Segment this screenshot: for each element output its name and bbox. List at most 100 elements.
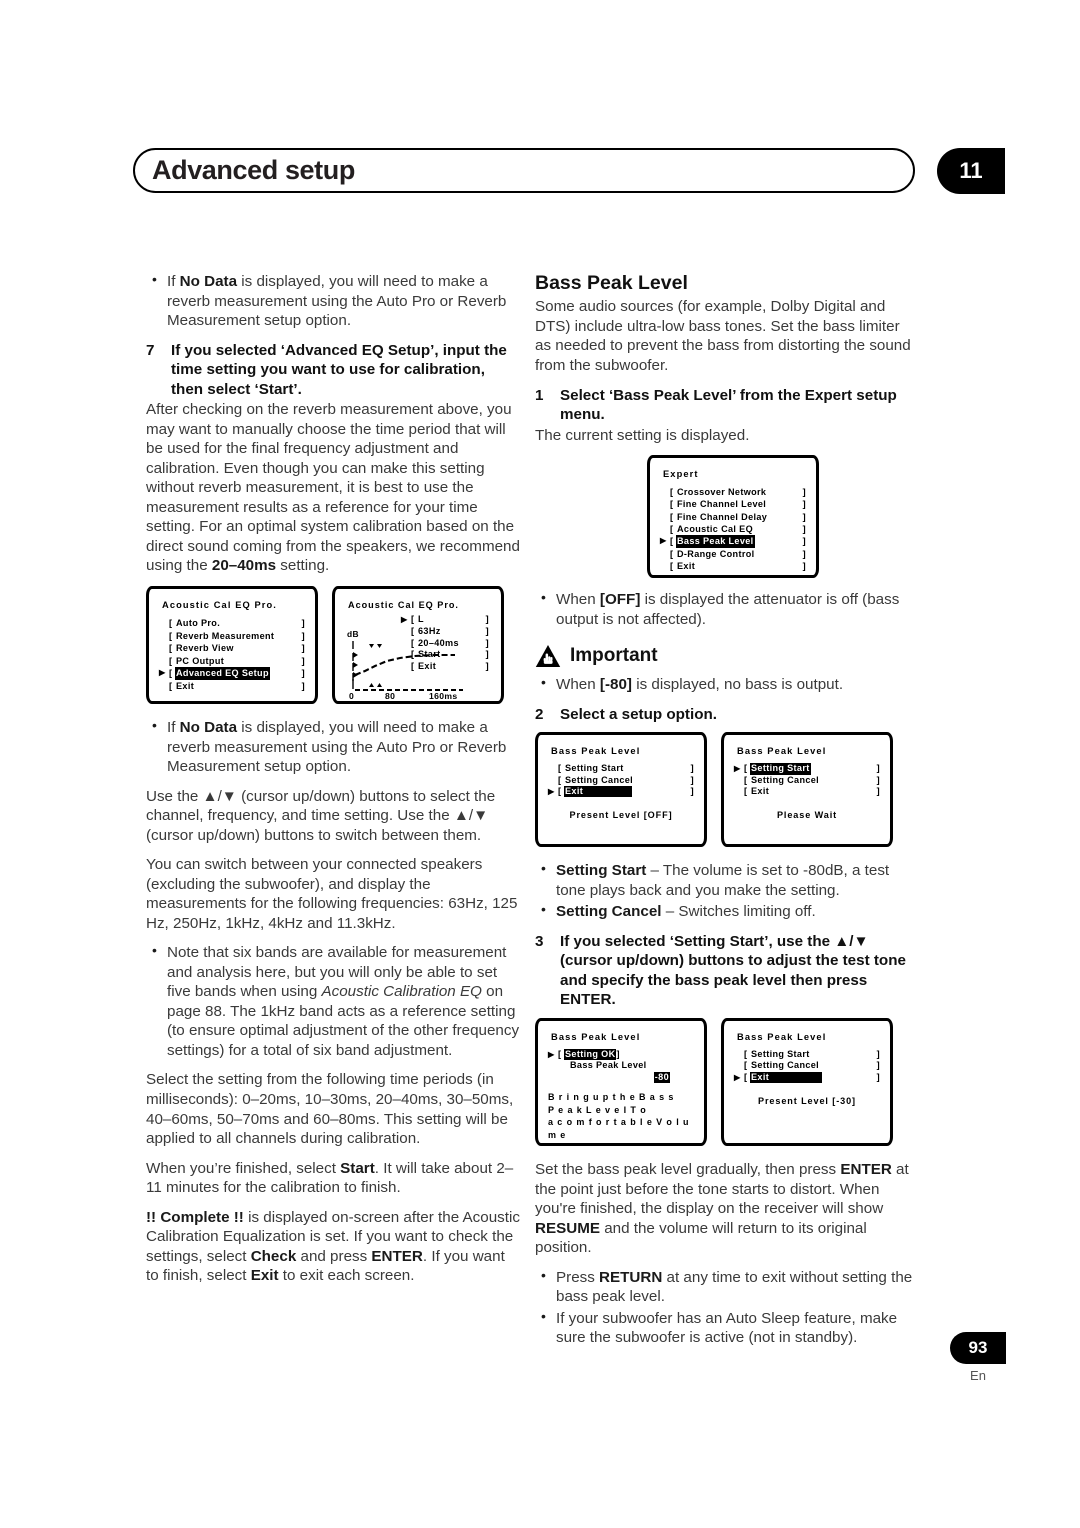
osd-menu-item[interactable]: [Reverb Measurement]	[159, 630, 305, 643]
page-header: Advanced setup	[133, 148, 915, 193]
osd-menu-item[interactable]: [Start]	[401, 649, 489, 661]
paragraph-after-step7: After checking on the reverb measurement…	[146, 400, 520, 576]
osd-title: Acoustic Cal EQ Pro.	[162, 599, 277, 610]
osd-title: Acoustic Cal EQ Pro.	[348, 599, 459, 610]
osd-present-level-note: Present Level [-30]	[758, 1096, 856, 1107]
osd-menu-list: [Crossover Network] [Fine Channel Level]…	[660, 486, 806, 572]
bullet-text-a: When	[556, 676, 600, 694]
osd-menu-item[interactable]: [20–40ms]	[401, 638, 489, 650]
osd-item-label: Start	[418, 649, 441, 660]
paragraph-when-finished: When you’re finished, select Start. It w…	[146, 1159, 520, 1198]
list-item: When [-80] is displayed, no bass is outp…	[535, 674, 915, 695]
osd-menu-list: ▶[Setting Start] [Setting Cancel] [Exit]	[734, 763, 880, 797]
osd-menu-item[interactable]: [Auto Pro.]	[159, 617, 305, 630]
osd-menu-item[interactable]: [Acoustic Cal EQ]	[660, 523, 806, 535]
bracket-close: ]	[301, 655, 305, 666]
osd-menu-item[interactable]: [Reverb View]	[159, 642, 305, 655]
osd-menu-item[interactable]: [63Hz]	[401, 626, 489, 638]
bullet-list-nodata-2: If No Data is displayed, you will need t…	[146, 717, 520, 777]
bracket-close: ]	[802, 487, 806, 498]
paragraph-text-bold2: Check	[250, 1247, 297, 1265]
bracket-close: ]	[616, 1048, 620, 1059]
osd-instruction-line: ( – 8 0 ≡ n o s o u n d )	[548, 1141, 694, 1143]
section-heading-bass-peak-level: Bass Peak Level	[535, 272, 688, 294]
osd-menu-item[interactable]: [Setting Start]	[548, 763, 694, 774]
osd-menu-item[interactable]: [Exit]	[734, 786, 880, 797]
bracket-close: ]	[876, 774, 880, 785]
osd-menu-item[interactable]: [Exit]	[401, 661, 489, 673]
bracket-close: ]	[690, 763, 694, 774]
step-number: 2	[535, 705, 544, 723]
osd-screen-pair-bpl-setup: Bass Peak Level [Setting Start] [Setting…	[535, 732, 915, 848]
bullet-text-bold: No Data	[179, 718, 238, 736]
bracket-close: ]	[690, 774, 694, 785]
bullet-list-off: When [OFF] is displayed the attenuator i…	[535, 589, 915, 629]
paragraph-switch-speakers: You can switch between your connected sp…	[146, 856, 518, 932]
osd-menu-item-selected[interactable]: ▶[Exit]	[548, 786, 694, 798]
important-heading: Important	[535, 644, 915, 668]
osd-menu-item[interactable]: [Exit]	[660, 560, 806, 572]
language-code: En	[970, 1368, 986, 1383]
osd-item-label: Exit	[677, 560, 696, 571]
list-item: When [OFF] is displayed the attenuator i…	[535, 589, 915, 629]
osd-item-label: Exit	[176, 680, 195, 691]
osd-menu-item[interactable]: [D-Range Control]	[660, 548, 806, 560]
osd-menu-item[interactable]: [Setting Cancel]	[734, 775, 880, 786]
bullet-list-nodata-1: If No Data is displayed, you will need t…	[146, 271, 520, 331]
osd-menu-item-selected[interactable]: ▶[Bass Peak Level]	[660, 535, 806, 548]
osd-menu-item[interactable]: [Fine Channel Level]	[660, 498, 806, 510]
paragraph-text-d: to exit each screen.	[278, 1267, 415, 1285]
step-3: 3 If you selected ‘Setting Start’, use t…	[535, 932, 915, 1010]
bracket-close: ]	[301, 630, 305, 641]
paragraph-text-a: After checking on the reverb measurement…	[146, 401, 520, 575]
list-item: Note that six bands are available for me…	[146, 942, 520, 1060]
list-item: If your subwoofer has an Auto Sleep feat…	[535, 1308, 915, 1348]
osd-menu-item[interactable]: [Setting Start]	[734, 1049, 880, 1060]
bracket-close: ]	[802, 499, 806, 510]
osd-menu-list: [Setting Start] [Setting Cancel] ▶[Exit]	[548, 763, 694, 798]
osd-menu-item[interactable]: [Setting Cancel]	[548, 775, 694, 786]
chapter-number-tab: 11	[937, 148, 1005, 194]
bracket-close: ]	[802, 536, 806, 547]
list-item: If No Data is displayed, you will need t…	[146, 717, 520, 777]
bracket-close: ]	[301, 680, 305, 691]
osd-instruction-line: B r i n g u p t h e B a s s	[548, 1092, 675, 1103]
bracket-close: ]	[876, 1048, 880, 1059]
osd-menu-item[interactable]: [Crossover Network]	[660, 486, 806, 498]
osd-item-label: Setting Start	[751, 1048, 810, 1059]
list-item: If No Data is displayed, you will need t…	[146, 271, 520, 331]
bullet-text-rest: – Switches limiting off.	[661, 903, 816, 921]
bullet-text-bold: Setting Cancel	[556, 903, 662, 921]
osd-menu-item-selected[interactable]: ▶[Exit]	[734, 1071, 880, 1084]
paragraph-text-bold1: ENTER	[840, 1160, 892, 1178]
osd-menu-item[interactable]: [Exit]	[159, 680, 305, 693]
osd-menu-item-selected[interactable]: ▶[L]	[401, 614, 489, 626]
osd-menu-item[interactable]: [Fine Channel Delay]	[660, 511, 806, 523]
osd-menu-item-selected[interactable]: ▶[Setting OK]	[548, 1048, 694, 1061]
cursor-arrow-icon: ▶	[734, 764, 741, 774]
bullet-list-minus80: When [-80] is displayed, no bass is outp…	[535, 674, 915, 695]
bracket-close: ]	[485, 661, 489, 672]
osd-item-label: Bass Peak Level	[676, 535, 755, 548]
osd-menu-list: [Setting Start] [Setting Cancel] ▶[Exit]	[734, 1049, 880, 1084]
svg-text:0: 0	[349, 691, 354, 699]
osd-menu-item[interactable]: [Setting Cancel]	[734, 1060, 880, 1071]
cursor-arrow-icon: ▶	[548, 787, 555, 797]
osd-bass-peak-level-please-wait: Bass Peak Level ▶[Setting Start] [Settin…	[721, 732, 893, 848]
osd-item-label: Setting Start	[565, 763, 624, 774]
step-text: Select a setup option.	[560, 705, 717, 723]
paragraph-text-bold3: ENTER	[371, 1247, 423, 1265]
bullet-text-prefix: If	[167, 718, 180, 736]
important-label: Important	[570, 645, 658, 667]
osd-menu-item-selected[interactable]: ▶[Setting Start]	[734, 763, 880, 775]
step-text: Select ‘Bass Peak Level’ from the Expert…	[560, 386, 897, 424]
osd-menu-item[interactable]: [PC Output]	[159, 655, 305, 668]
svg-text:dB: dB	[347, 629, 359, 639]
osd-screen-pair-bpl-adjust: Bass Peak Level ▶[Setting OK] Bass Peak …	[535, 1017, 915, 1146]
paragraph-time-periods: Select the setting from the following ti…	[146, 1071, 514, 1148]
cursor-arrow-icon: ▶	[401, 614, 408, 624]
osd-item-label: Acoustic Cal EQ	[677, 524, 753, 535]
bullet-text-italic: Acoustic Calibration EQ	[321, 983, 482, 1001]
osd-menu-list: [Auto Pro.] [Reverb Measurement] [Reverb…	[159, 617, 305, 693]
osd-menu-item-selected[interactable]: ▶[Advanced EQ Setup]	[159, 667, 305, 680]
